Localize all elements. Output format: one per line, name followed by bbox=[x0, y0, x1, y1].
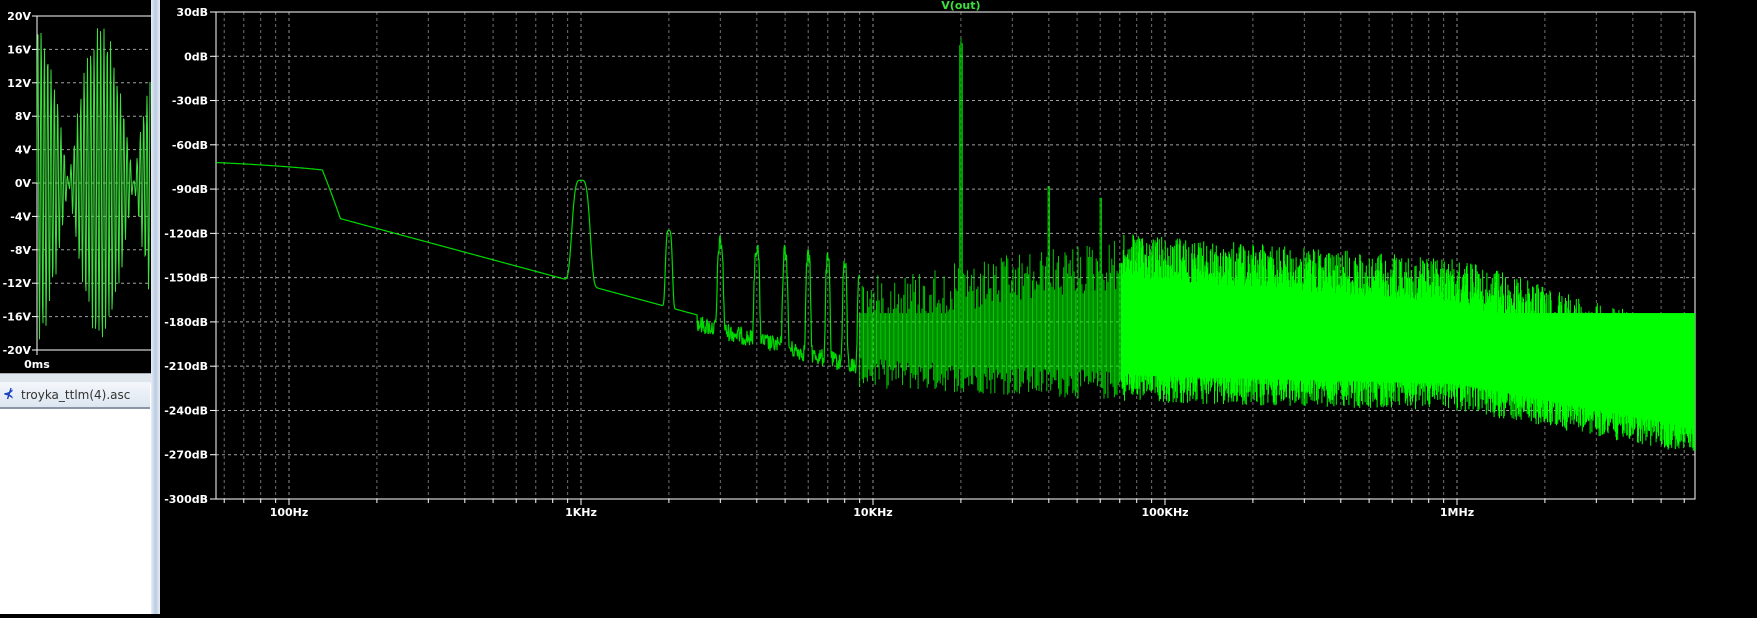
y-tick-label: -90dB bbox=[172, 183, 208, 196]
transistor-schematic-icon: ⊀ bbox=[3, 387, 14, 402]
x-tick-label: 100KHz bbox=[1141, 506, 1188, 519]
x-tick-label: 0ms bbox=[24, 358, 50, 371]
file-tab-label: troyka_ttlm(4).asc bbox=[21, 387, 131, 402]
y-tick-label: -30dB bbox=[172, 95, 208, 108]
waveform-pane[interactable]: 20V 16V 12V 8V 4V 0V -4V -8V -12V -16V -20V 0ms bbox=[0, 0, 152, 373]
y-tick-label: 16V bbox=[7, 43, 31, 56]
left-panel: 20V 16V 12V 8V 4V 0V -4V -8V -12V -16V -20V 0ms ⊀ t… bbox=[0, 0, 152, 614]
y-tick-label: -180dB bbox=[164, 316, 208, 329]
waveform-plot: 20V 16V 12V 8V 4V 0V -4V -8V -12V -16V -20V0ms bbox=[3, 10, 151, 371]
y-tick-label: 0V bbox=[15, 177, 32, 190]
y-tick-label: -20V bbox=[3, 344, 32, 357]
y-tick-label: -60dB bbox=[172, 139, 208, 152]
y-tick-label: -150dB bbox=[164, 272, 208, 285]
y-tick-label: -300dB bbox=[164, 493, 208, 506]
spectrum-pane[interactable]: 30dB 0dB -30dB -60dB -90dB -120dB -150dB -180dB… bbox=[160, 0, 1757, 614]
y-tick-label: 4V bbox=[15, 144, 32, 157]
file-tab[interactable]: ⊀ troyka_ttlm(4).asc bbox=[0, 382, 150, 409]
x-tick-label: 100Hz bbox=[270, 506, 309, 519]
spectrum-plot: 30dB 0dB -30dB -60dB -90dB -120dB -150dB -180dB… bbox=[164, 0, 1696, 519]
plot-frame bbox=[215, 11, 1696, 500]
y-tick-label: -120dB bbox=[164, 227, 208, 240]
x-tick-label: 10KHz bbox=[853, 506, 892, 519]
y-tick-label: -16V bbox=[3, 311, 32, 324]
y-tick-label: -12V bbox=[3, 277, 32, 290]
pane-splitter[interactable] bbox=[151, 0, 160, 614]
y-tick-label: -210dB bbox=[164, 360, 208, 373]
y-tick-label: 30dB bbox=[176, 6, 208, 19]
x-tick-label: 1KHz bbox=[565, 506, 597, 519]
y-tick-label: -270dB bbox=[164, 449, 208, 462]
y-tick-label: 0dB bbox=[184, 50, 208, 63]
y-tick-label: -8V bbox=[10, 244, 31, 257]
y-tick-label: -4V bbox=[10, 210, 31, 223]
y-tick-label: 8V bbox=[15, 110, 32, 123]
waveform-trace bbox=[36, 28, 151, 340]
y-tick-label: 20V bbox=[7, 10, 31, 23]
y-tick-label: -240dB bbox=[164, 404, 208, 417]
trace-title: V(out) bbox=[941, 0, 980, 12]
spectrum-trace-low bbox=[216, 162, 861, 374]
y-tick-label: 12V bbox=[7, 77, 31, 90]
x-tick-label: 1MHz bbox=[1440, 506, 1474, 519]
